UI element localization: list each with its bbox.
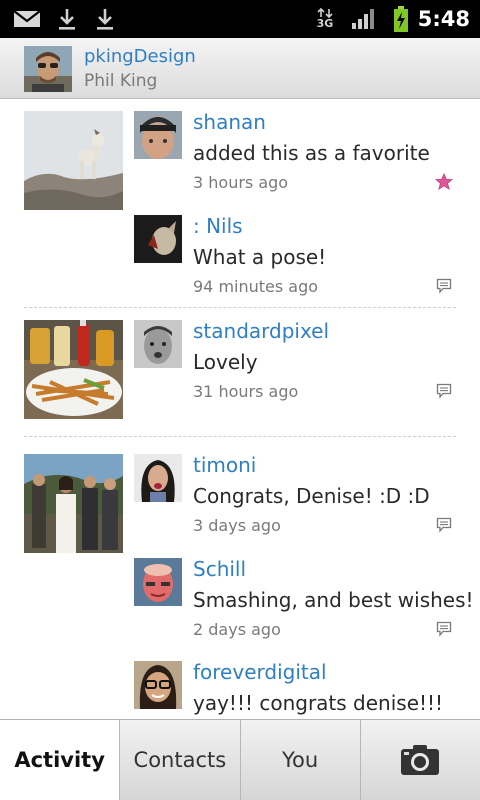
feed-divider — [24, 307, 456, 308]
activity-feed[interactable]: shanan added this as a favorite 3 hours … — [0, 99, 480, 719]
comment-item[interactable]: timoni Congrats, Denise! :D :D 3 days ag… — [134, 453, 456, 544]
tab-contacts[interactable]: Contacts — [119, 720, 240, 800]
network-3g-icon: 3G — [314, 0, 336, 38]
photo-activity-group: shanan added this as a favorite 3 hours … — [24, 110, 456, 301]
header-username[interactable]: pkingDesign — [84, 46, 196, 67]
commenter-name[interactable]: foreverdigital — [193, 660, 327, 684]
comment-text: added this as a favorite — [193, 141, 430, 165]
battery-charging-icon — [390, 0, 412, 38]
comment-text: Congrats, Denise! :D :D — [193, 484, 430, 508]
comment-text: Smashing, and best wishes! — [193, 588, 474, 612]
commenter-name[interactable]: shanan — [193, 110, 266, 134]
photo-activity-group: timoni Congrats, Denise! :D :D 3 days ag… — [24, 453, 474, 719]
commenter-avatar[interactable] — [134, 215, 182, 263]
commenter-avatar[interactable] — [134, 454, 182, 502]
commenter-name[interactable]: Schill — [193, 557, 246, 581]
avatar[interactable] — [24, 46, 72, 92]
tab-activity[interactable]: Activity — [0, 720, 120, 800]
commenter-avatar[interactable] — [134, 111, 182, 159]
comment-text: yay!!! congrats denise!!! — [193, 691, 444, 715]
header-real-name: Phil King — [84, 71, 158, 91]
comment-text: Lovely — [193, 350, 258, 374]
photo-activity-group: standardpixel Lovely 31 hours ago — [24, 319, 456, 419]
comment-timestamp: 3 days ago — [193, 516, 281, 535]
comment-timestamp: 2 days ago — [193, 620, 281, 639]
comment-item[interactable]: foreverdigital yay!!! congrats denise!!! — [134, 660, 456, 719]
comment-item[interactable]: shanan added this as a favorite 3 hours … — [134, 110, 456, 201]
comment-icon — [432, 275, 456, 297]
commenter-name[interactable]: timoni — [193, 453, 256, 477]
comment-item[interactable]: standardpixel Lovely 31 hours ago — [134, 319, 456, 410]
gmail-icon — [12, 0, 42, 38]
comment-icon — [432, 618, 456, 640]
comment-icon — [432, 514, 456, 536]
favorite-star-icon — [432, 171, 456, 193]
commenter-name[interactable]: : Nils — [193, 214, 243, 238]
comment-icon — [432, 380, 456, 402]
commenter-avatar[interactable] — [134, 661, 182, 709]
commenter-name[interactable]: standardpixel — [193, 319, 329, 343]
download-icon — [94, 0, 116, 38]
download-icon — [56, 0, 78, 38]
comment-text: What a pose! — [193, 245, 327, 269]
tab-camera[interactable] — [359, 720, 480, 800]
comment-item[interactable]: Schill Smashing, and best wishes! 2 days… — [134, 557, 474, 648]
tab-you[interactable]: You — [239, 720, 360, 800]
comment-timestamp: 94 minutes ago — [193, 277, 319, 296]
photo-thumbnail[interactable] — [24, 320, 123, 419]
comment-timestamp: 3 hours ago — [193, 173, 289, 192]
photo-thumbnail[interactable] — [24, 454, 123, 553]
status-bar: 3G 5:48 — [0, 0, 480, 38]
feed-divider — [24, 436, 456, 437]
comment-item[interactable]: : Nils What a pose! 94 minutes ago — [134, 214, 456, 305]
commenter-avatar[interactable] — [134, 558, 182, 606]
network-label: 3G — [316, 17, 334, 30]
signal-icon — [350, 0, 378, 38]
comment-timestamp: 31 hours ago — [193, 382, 299, 401]
profile-header[interactable]: pkingDesign Phil King — [0, 38, 480, 99]
status-clock: 5:48 — [417, 7, 470, 31]
bottom-tab-bar: Activity Contacts You — [0, 719, 480, 800]
commenter-avatar[interactable] — [134, 320, 182, 368]
camera-icon — [399, 744, 441, 776]
photo-thumbnail[interactable] — [24, 111, 123, 210]
